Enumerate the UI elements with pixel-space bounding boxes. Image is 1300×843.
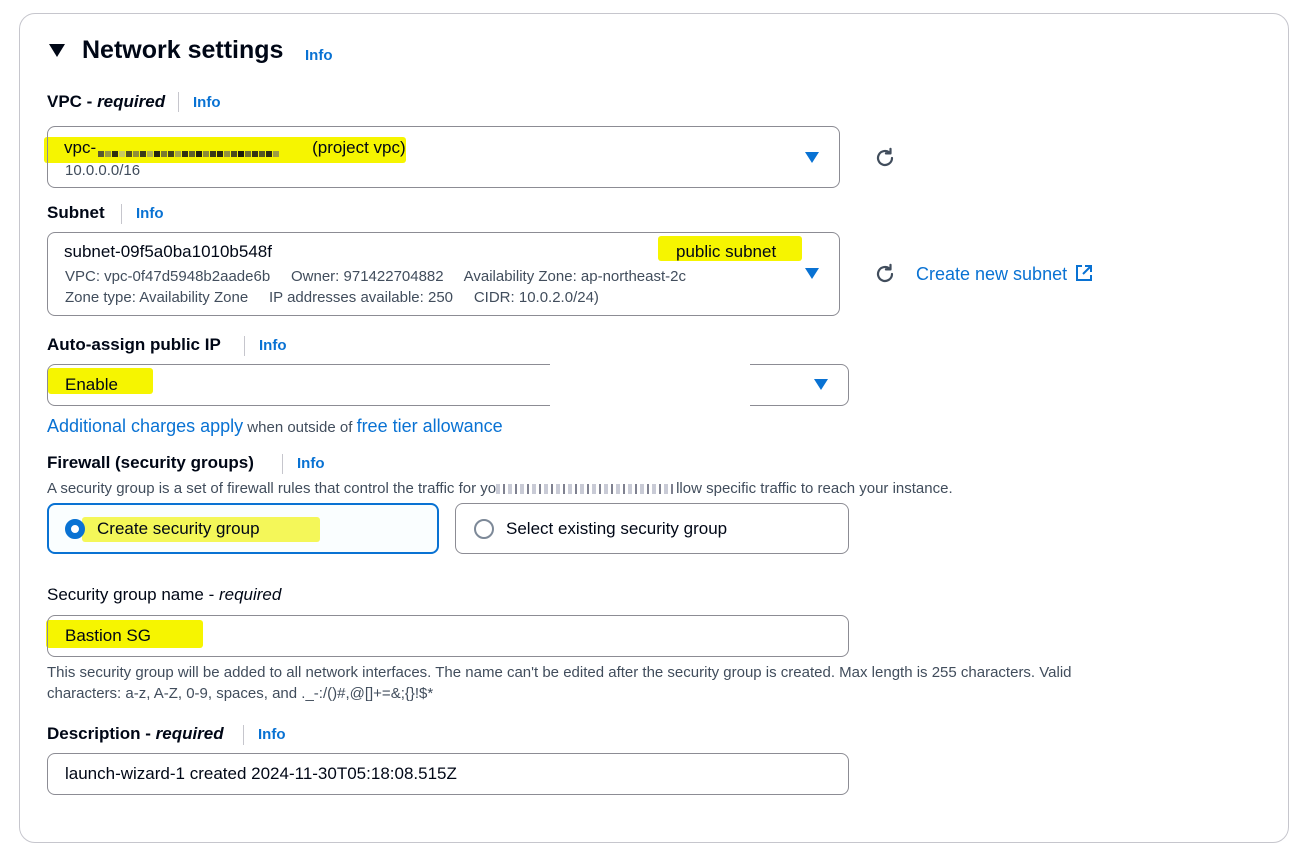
section-info-link[interactable]: Info [305,47,333,64]
auto-ip-label: Auto-assign public IP [47,335,221,354]
charges-note: Additional charges apply when outside of… [47,416,503,437]
create-sg-radio[interactable] [65,519,85,539]
auto-ip-label-separator [244,336,245,356]
subnet-dropdown-caret-icon[interactable] [805,268,819,279]
sg-name-help-line2: characters: a-z, A-Z, 0-9, spaces, and .… [47,685,434,702]
subnet-value: subnet-09f5a0ba1010b548f [64,242,272,261]
subnet-details-line1: VPC: vpc-0f47d5948b2aade6b Owner: 971422… [65,268,686,285]
subnet-label-separator [121,204,122,224]
sg-name-input[interactable] [47,615,849,657]
vpc-cidr: 10.0.0.0/16 [65,162,141,179]
description-input[interactable] [47,753,849,795]
subnet-info-link[interactable]: Info [136,205,164,222]
firewall-description: A security group is a set of firewall ru… [47,480,953,497]
subnet-tag: public subnet [676,242,777,261]
firewall-label: Firewall (security groups) [47,453,254,472]
sg-name-help-line1: This security group will be added to all… [47,664,1072,681]
create-new-subnet-link[interactable]: Create new subnet [916,263,1094,285]
select-existing-sg-label: Select existing security group [506,519,728,538]
charges-note-text: when outside of [243,419,357,436]
description-info-link[interactable]: Info [258,726,286,743]
auto-ip-dropdown-caret-icon[interactable] [814,379,828,390]
additional-charges-link[interactable]: Additional charges apply [47,416,243,436]
vpc-label: VPC - required [47,92,166,111]
auto-ip-value: Enable [65,375,118,394]
select-existing-sg-radio[interactable] [474,519,494,539]
subnet-refresh-icon[interactable] [873,262,897,286]
vpc-label-separator [178,92,179,112]
firewall-text-redacted [496,484,677,495]
subnet-details-line2: Zone type: Availability Zone IP addresse… [65,289,599,306]
firewall-label-separator [282,454,283,474]
vpc-value: vpc- (project vpc) [64,138,406,157]
vpc-refresh-icon[interactable] [873,146,897,170]
subnet-label: Subnet [47,203,105,222]
vpc-dropdown-caret-icon[interactable] [805,152,819,163]
free-tier-link[interactable]: free tier allowance [357,416,503,436]
description-label: Description - required [47,724,224,743]
create-new-subnet-label: Create new subnet [916,264,1068,284]
section-title: Network settings [82,36,284,64]
redaction-patch [550,364,750,409]
sg-name-label: Security group name - required [47,585,282,604]
auto-ip-info-link[interactable]: Info [259,337,287,354]
collapse-caret-icon[interactable] [49,44,65,57]
create-sg-label: Create security group [97,519,260,538]
description-label-separator [243,725,244,745]
external-link-icon [1075,265,1092,281]
vpc-id-redacted [98,142,310,157]
firewall-info-link[interactable]: Info [297,455,325,472]
vpc-info-link[interactable]: Info [193,94,221,111]
